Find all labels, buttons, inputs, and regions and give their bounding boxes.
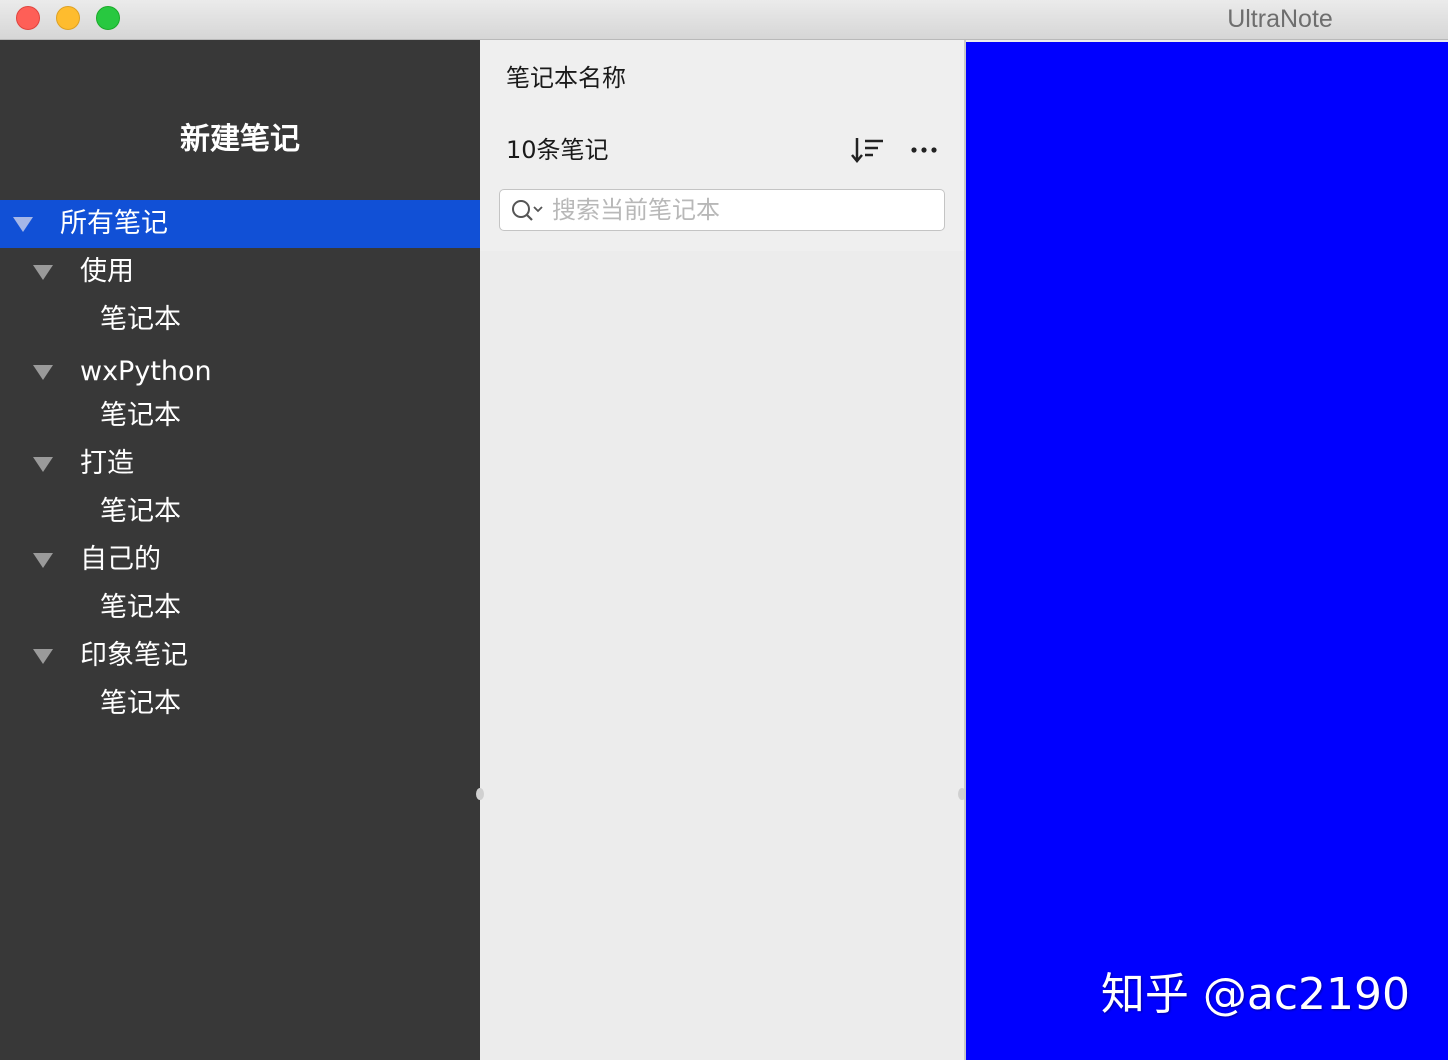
more-options-button[interactable] — [904, 132, 944, 168]
window-title: UltraNote — [1227, 5, 1333, 33]
tree-item-label: 笔记本 — [100, 592, 181, 623]
tree-item-notebook-group[interactable]: 打造 — [0, 440, 480, 488]
expand-triangle-icon[interactable] — [33, 265, 53, 280]
more-horizontal-icon — [911, 147, 937, 153]
tree-item-notebook[interactable]: 笔记本 — [0, 680, 480, 728]
tree-item-label: 所有笔记 — [60, 208, 168, 239]
tree-item-label: 印象笔记 — [80, 640, 188, 671]
tree-item-notebook-group[interactable]: wxPython — [0, 348, 480, 396]
new-note-button[interactable]: 新建笔记 — [0, 115, 480, 165]
tree-item-all-notes[interactable]: 所有笔记 — [0, 200, 480, 248]
expand-triangle-icon[interactable] — [33, 649, 53, 664]
note-count-label: 10条笔记 — [506, 136, 609, 164]
tree-item-notebook[interactable]: 笔记本 — [0, 584, 480, 632]
tree-item-notebook[interactable]: 笔记本 — [0, 392, 480, 440]
tree-item-label: 笔记本 — [100, 688, 181, 719]
tree-item-label: wxPython — [80, 356, 212, 387]
expand-triangle-icon[interactable] — [33, 365, 53, 380]
minimize-window-button[interactable] — [56, 6, 80, 30]
tree-item-label: 使用 — [80, 256, 134, 287]
close-window-button[interactable] — [16, 6, 40, 30]
expand-triangle-icon[interactable] — [33, 553, 53, 568]
tree-item-label: 笔记本 — [100, 496, 181, 527]
search-field[interactable] — [499, 189, 945, 231]
tree-item-label: 笔记本 — [100, 304, 181, 335]
title-bar: UltraNote — [0, 0, 1448, 40]
sort-descending-icon — [851, 138, 883, 163]
tree-item-label: 打造 — [80, 448, 134, 479]
notebook-name-title: 笔记本名称 — [506, 64, 626, 92]
editor-pane[interactable]: 知乎 @ac2190 — [966, 42, 1448, 1060]
search-input[interactable] — [552, 192, 932, 228]
tree-item-notebook[interactable]: 笔记本 — [0, 488, 480, 536]
sidebar: 新建笔记 所有笔记 使用 笔记本 wxPython 笔记本 打造 笔记本 自己的… — [0, 40, 480, 1060]
tree-item-notebook-group[interactable]: 印象笔记 — [0, 632, 480, 680]
note-list-pane: 笔记本名称 10条笔记 — [476, 40, 966, 1060]
maximize-window-button[interactable] — [96, 6, 120, 30]
tree-item-notebook-group[interactable]: 自己的 — [0, 536, 480, 584]
app-window: UltraNote 新建笔记 所有笔记 使用 笔记本 wxPython 笔记本 … — [0, 0, 1448, 1060]
expand-triangle-icon[interactable] — [13, 217, 33, 232]
tree-item-notebook[interactable]: 笔记本 — [0, 296, 480, 344]
expand-triangle-icon[interactable] — [33, 457, 53, 472]
watermark-text: 知乎 @ac2190 — [1100, 969, 1410, 1020]
left-splitter-handle[interactable] — [476, 788, 484, 800]
sort-button[interactable] — [848, 132, 888, 168]
search-icon[interactable] — [510, 198, 546, 224]
note-list-header: 笔记本名称 10条笔记 — [480, 40, 964, 251]
tree-item-notebook-group[interactable]: 使用 — [0, 248, 480, 296]
tree-item-label: 笔记本 — [100, 400, 181, 431]
tree-item-label: 自己的 — [80, 544, 161, 575]
